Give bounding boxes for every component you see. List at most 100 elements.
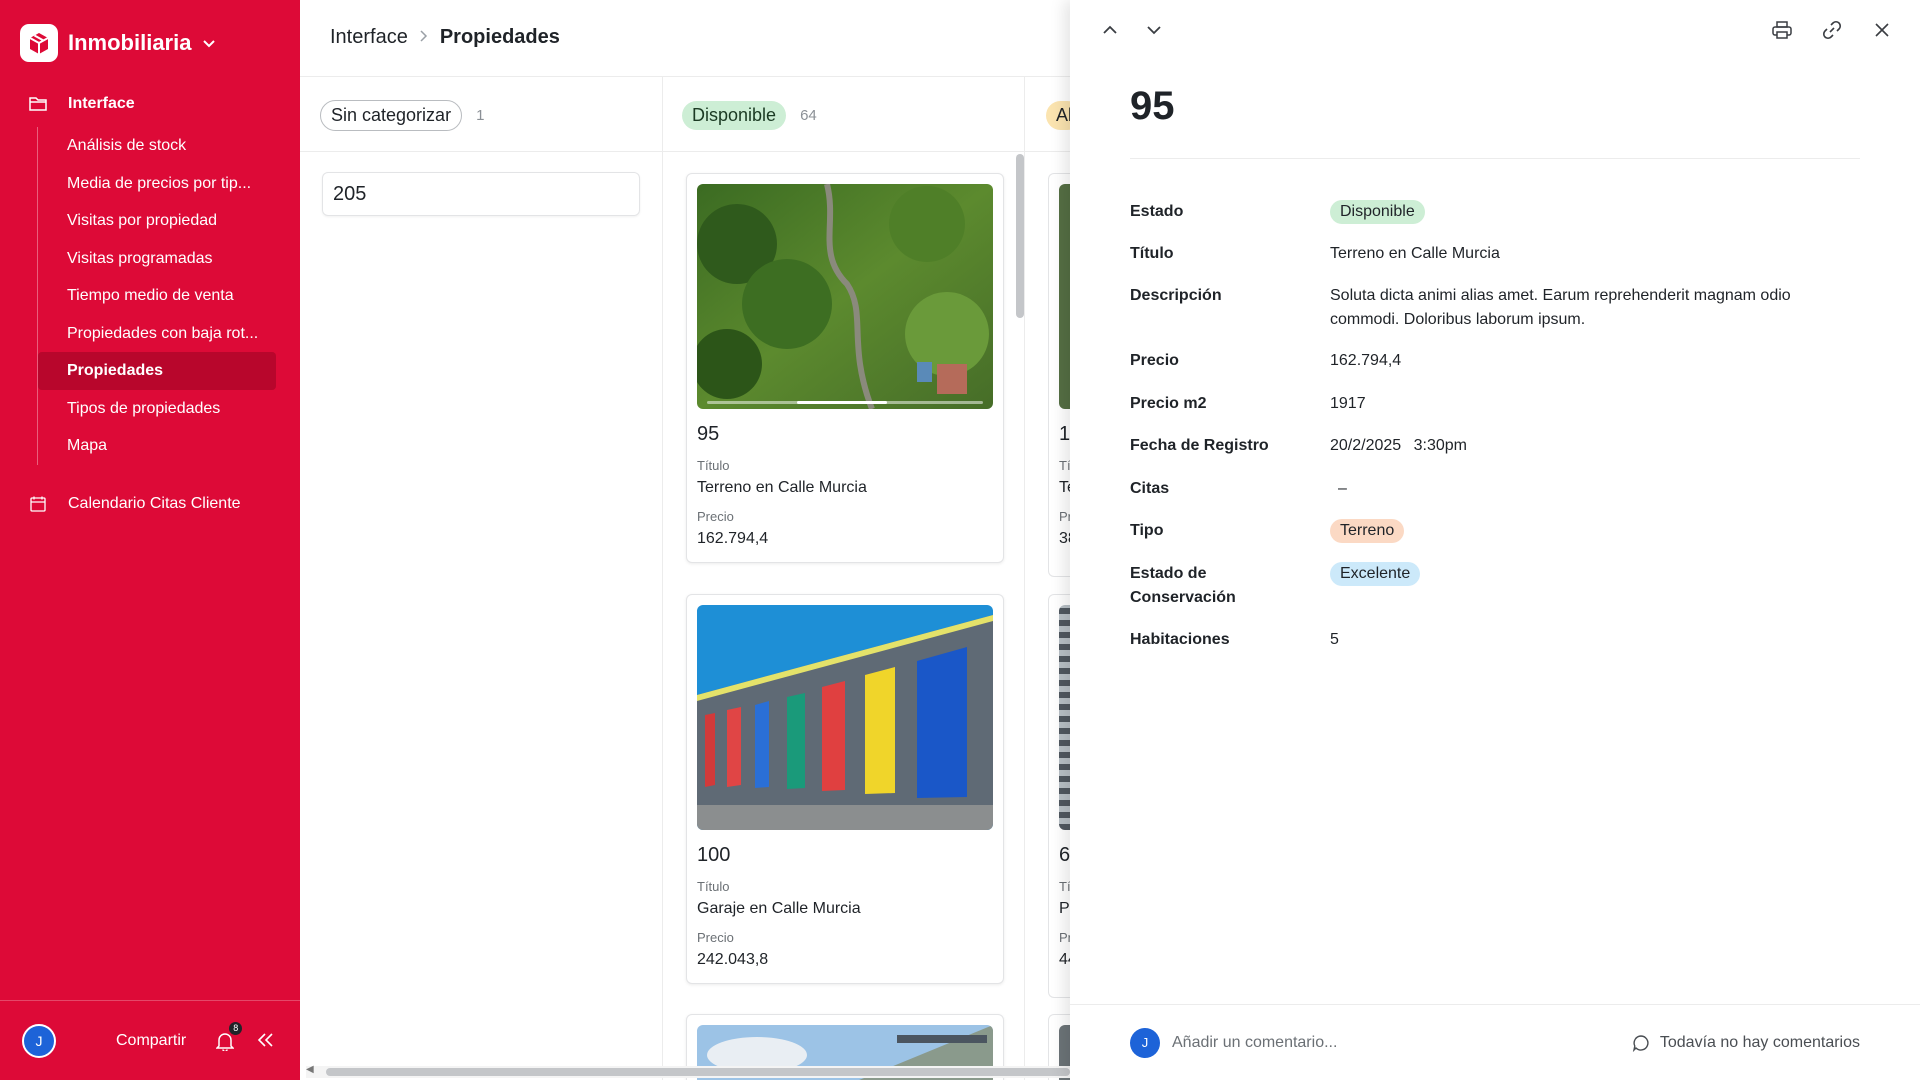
breadcrumb: Interface Propiedades (330, 26, 560, 49)
column-header-partial[interactable]: Al (1046, 77, 1070, 153)
time-value: 3:30pm (1413, 437, 1468, 454)
status-badge[interactable]: Disponible (1330, 200, 1425, 224)
type-badge[interactable]: Terreno (1330, 519, 1405, 543)
sidebar-item-visitas-programadas[interactable]: Visitas programadas (38, 240, 277, 278)
close-panel-button[interactable] (1866, 14, 1898, 46)
card-field-label: Título (697, 458, 730, 473)
field-value[interactable]: Terreno en Calle Murcia (1330, 242, 1860, 284)
card-field-label: Precio (697, 509, 734, 524)
breadcrumb-root[interactable]: Interface (330, 26, 408, 49)
card-price: 38 (1059, 530, 1070, 547)
page-title: Propiedades (439, 26, 560, 48)
field-citas: Citas – (1130, 477, 1860, 519)
field-label: Fecha de Registro (1130, 437, 1269, 454)
field-label: Título (1130, 245, 1174, 262)
chevron-down-icon (203, 35, 216, 51)
share-button[interactable]: Compartir (116, 1032, 186, 1050)
card-price: 44 (1059, 951, 1070, 968)
field-label: Tipo (1130, 522, 1164, 539)
card-field-label: Pr (1059, 509, 1070, 524)
column-header-sin-categorizar[interactable]: Sin categorizar 1 (320, 77, 484, 153)
field-value[interactable]: – (1330, 477, 1860, 519)
close-icon (1875, 23, 1889, 37)
field-label: Estado de Conservación (1130, 565, 1236, 606)
card-title: Terreno en Calle Murcia (697, 479, 867, 496)
field-label: Estado (1130, 203, 1184, 220)
arrow-up-icon (1103, 25, 1117, 34)
record-detail-panel: 95 Estado Disponible Título Terreno en C… (1070, 0, 1920, 1080)
no-comments-text: Todavía no hay comentarios (1659, 1033, 1860, 1051)
property-card[interactable]: 95 Título Terreno en Calle Murcia Precio… (686, 173, 1004, 563)
card-id: 14 (1059, 423, 1070, 445)
notifications-button[interactable]: 8 (214, 1021, 243, 1052)
app-switcher[interactable]: Inmobiliaria (20, 24, 216, 62)
field-label: Precio (1130, 352, 1179, 369)
property-card-partial[interactable]: 6 Tí Pi Pr 44 (1048, 594, 1070, 998)
condition-badge[interactable]: Excelente (1330, 562, 1421, 586)
divider (1130, 158, 1860, 159)
folder-icon (28, 94, 48, 114)
user-avatar: J (1130, 1027, 1160, 1058)
field-label: Citas (1130, 480, 1170, 497)
sidebar-item-baja-rotacion[interactable]: Propiedades con baja rot... (38, 315, 277, 353)
column-header-disponible[interactable]: Disponible 64 (682, 77, 817, 153)
field-label: Descripción (1130, 287, 1222, 304)
card-title: Garaje en Calle Murcia (697, 900, 861, 917)
arrow-down-icon (1147, 26, 1161, 35)
user-avatar[interactable]: J (22, 1023, 56, 1058)
field-value[interactable]: 20/2/2025 3:30pm (1330, 434, 1860, 477)
sidebar-item-tipos-propiedades[interactable]: Tipos de propiedades (38, 390, 277, 428)
field-precio: Precio 162.794,4 (1130, 349, 1860, 392)
property-photo-partial (1059, 184, 1070, 409)
field-label: Habitaciones (1130, 631, 1230, 648)
card-price: 162.794,4 (697, 530, 769, 547)
column-count: 1 (476, 106, 485, 124)
field-value[interactable]: Soluta dicta animi alias amet. Earum rep… (1330, 284, 1860, 349)
column-divider (662, 76, 663, 1080)
column-scrollbar[interactable] (1016, 154, 1024, 318)
field-tipo: Tipo Terreno (1130, 519, 1860, 562)
field-value[interactable]: 1917 (1330, 392, 1860, 434)
field-estado-conservacion: Estado de Conservación Excelente (1130, 562, 1860, 628)
link-icon (1822, 20, 1842, 40)
field-habitaciones: Habitaciones 5 (1130, 628, 1860, 670)
nav-group-label: Interface (68, 95, 135, 112)
field-value[interactable]: 5 (1330, 628, 1860, 670)
record-fields: Estado Disponible Título Terreno en Call… (1130, 200, 1860, 670)
property-photo-aerial (697, 184, 993, 409)
sidebar-item-visitas-propiedad[interactable]: Visitas por propiedad (38, 202, 277, 240)
card-field-label: Título (697, 879, 730, 894)
copy-link-button[interactable] (1816, 14, 1848, 46)
sidebar-item-media-precios[interactable]: Media de precios por tip... (38, 165, 277, 203)
field-value[interactable]: 162.794,4 (1330, 349, 1860, 392)
property-photo-partial (1059, 605, 1070, 830)
field-estado: Estado Disponible (1130, 200, 1860, 242)
previous-record-button[interactable] (1094, 14, 1126, 46)
column-divider (1024, 76, 1025, 1080)
collapse-sidebar-button[interactable] (254, 1028, 276, 1054)
property-card-partial[interactable]: 14 Tí Te Pr 38 (1048, 173, 1070, 577)
comment-input[interactable]: Añadir un comentario... (1172, 1034, 1337, 1052)
property-card[interactable]: 100 Título Garaje en Calle Murcia Precio… (686, 594, 1004, 984)
scroll-left-icon[interactable]: ◀ (306, 1064, 314, 1075)
kanban-board: Interface Propiedades Sin categorizar 1 … (300, 0, 1070, 1080)
card-field-label: Precio (697, 930, 734, 945)
card-id: 95 (697, 423, 720, 445)
print-button[interactable] (1766, 14, 1798, 46)
sidebar-item-mapa[interactable]: Mapa (38, 427, 277, 465)
sidebar-item-propiedades[interactable]: Propiedades (38, 352, 276, 390)
card-price: 242.043,8 (697, 951, 769, 968)
column-label: Al (1046, 100, 1070, 130)
sidebar-item-tiempo-medio[interactable]: Tiempo medio de venta (38, 277, 277, 315)
app-name: Inmobiliaria (68, 30, 192, 55)
calendar-icon (28, 494, 48, 514)
sidebar-item-analisis-stock[interactable]: Análisis de stock (38, 127, 277, 165)
board-horizontal-scrollbar[interactable] (326, 1068, 1070, 1076)
sidebar-item-calendario[interactable]: Calendario Citas Cliente (0, 487, 300, 521)
record-title: 95 (1130, 84, 1175, 128)
print-icon (1772, 21, 1792, 39)
card-uncategorized[interactable]: 205 (322, 172, 640, 216)
sidebar: Inmobiliaria Interface Análisis de stock… (0, 0, 300, 1080)
nav-group-interface[interactable]: Interface (0, 87, 300, 121)
next-record-button[interactable] (1138, 14, 1170, 46)
